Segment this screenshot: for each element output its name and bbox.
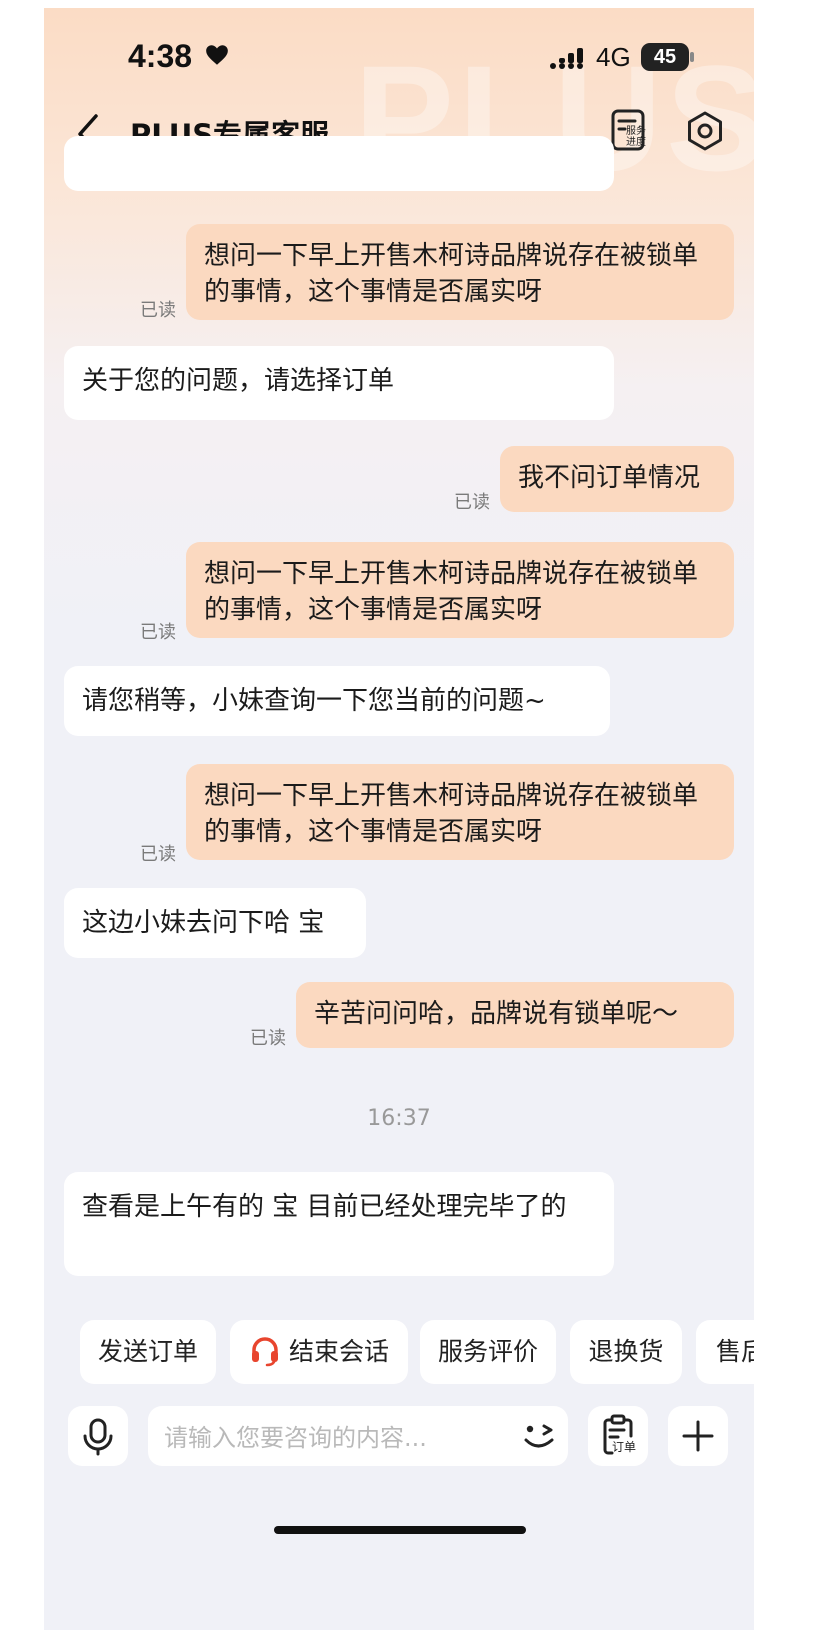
network-type: 4G (596, 42, 631, 72)
clipboard-icon (603, 1414, 633, 1455)
user-message-bubble: 想问一下早上开售木柯诗品牌说存在被锁单的事情，这个事情是否属实呀 (186, 542, 734, 638)
order-button[interactable]: 订单 (588, 1406, 648, 1466)
message-timestamp: 16:37 (367, 1106, 431, 1131)
message-bubble-partial (64, 136, 614, 191)
service-progress-button[interactable]: 服务进度 (610, 108, 654, 154)
agent-message-bubble: 查看是上午有的 宝 目前已经处理完毕了的 (64, 1172, 614, 1276)
read-receipt: 已读 (140, 844, 176, 865)
agent-message-bubble: 这边小妹去问下哈 宝 (64, 888, 366, 958)
signal-icon (550, 48, 583, 69)
emoji-icon[interactable] (520, 1420, 560, 1454)
battery-tip (690, 52, 694, 62)
headset-icon (251, 1337, 278, 1367)
order-button-label: 订单 (612, 1440, 637, 1454)
user-message-bubble: 想问一下早上开售木柯诗品牌说存在被锁单的事情，这个事情是否属实呀 (186, 764, 734, 860)
read-receipt: 已读 (140, 622, 176, 643)
battery-indicator: 45 (641, 43, 689, 71)
agent-message-bubble: 请您稍等，小妹查询一下您当前的问题~ (64, 666, 610, 736)
user-message-bubble: 想问一下早上开售木柯诗品牌说存在被锁单的事情，这个事情是否属实呀 (186, 224, 734, 320)
home-indicator[interactable] (274, 1526, 526, 1534)
message-input-placeholder: 请输入您要咨询的内容... (164, 1424, 427, 1452)
service-progress-label: 服务进度 (626, 126, 646, 148)
phone-screen: PLUS 4:38 4G 45 PLUS专属客服 服务进度 已读 想问一下早上开… (44, 8, 754, 1630)
agent-message-bubble: 关于您的问题，请选择订单 (64, 346, 614, 420)
plus-icon (682, 1420, 714, 1452)
quick-reply-service-rating[interactable]: 服务评价 (420, 1320, 556, 1384)
heart-icon (206, 45, 228, 65)
quick-reply-after-sales[interactable]: 售后 (696, 1320, 754, 1384)
quick-reply-label: 服务评价 (437, 1337, 538, 1366)
settings-icon[interactable] (684, 110, 726, 152)
microphone-icon (83, 1418, 113, 1456)
quick-reply-label: 发送订单 (97, 1337, 198, 1366)
quick-reply-label: 结束会话 (288, 1337, 389, 1366)
status-time: 4:38 (128, 38, 193, 74)
more-options-button[interactable] (668, 1406, 728, 1466)
user-message-bubble: 我不问订单情况 (500, 446, 734, 512)
quick-reply-send-order[interactable]: 发送订单 (80, 1320, 216, 1384)
quick-reply-end-session[interactable]: 结束会话 (230, 1320, 408, 1384)
quick-reply-label: 退换货 (588, 1337, 664, 1366)
voice-input-button[interactable] (68, 1406, 128, 1466)
read-receipt: 已读 (454, 492, 490, 513)
user-message-bubble: 辛苦问问哈，品牌说有锁单呢～ (296, 982, 734, 1048)
message-input[interactable]: 请输入您要咨询的内容... (148, 1406, 568, 1466)
read-receipt: 已读 (140, 300, 176, 321)
read-receipt: 已读 (250, 1028, 286, 1049)
quick-reply-label: 售后 (716, 1337, 754, 1366)
quick-reply-return-exchange[interactable]: 退换货 (570, 1320, 682, 1384)
